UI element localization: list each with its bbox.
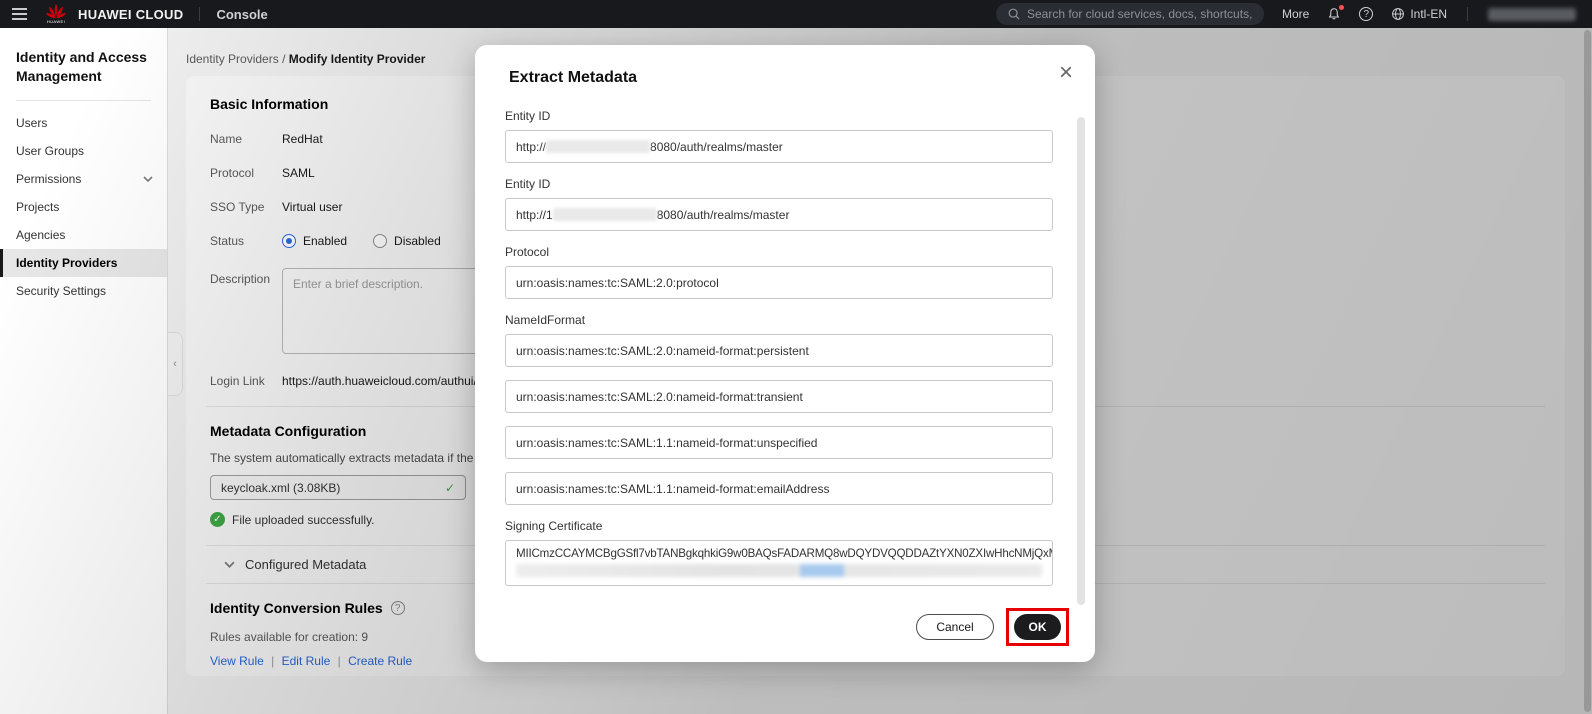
nameid-input-3[interactable] (505, 426, 1053, 459)
entity-id-input-1[interactable]: http:// 8080/auth/realms/master (505, 130, 1053, 163)
modal-scrollbar[interactable] (1077, 117, 1085, 605)
locale-label: Intl-EN (1410, 7, 1447, 21)
extract-metadata-modal: Extract Metadata × Entity ID http:// 808… (475, 45, 1095, 662)
redacted-host (553, 208, 657, 221)
ok-button[interactable]: OK (1014, 614, 1061, 640)
console-link[interactable]: Console (216, 7, 267, 22)
selection-highlight (800, 564, 844, 577)
search-input[interactable] (1027, 7, 1252, 21)
more-menu[interactable]: More (1282, 7, 1309, 21)
globe-icon (1391, 7, 1405, 21)
top-header: HUAWEI HUAWEI CLOUD Console More ? (0, 0, 1592, 28)
hamburger-menu-icon[interactable] (0, 8, 38, 20)
logo-caption: HUAWEI (47, 20, 65, 24)
account-name-redacted[interactable] (1488, 8, 1576, 21)
entity-id-label-2: Entity ID (505, 177, 1059, 191)
protocol-input[interactable] (505, 266, 1053, 299)
help-button[interactable]: ? (1359, 7, 1373, 21)
header-divider (1467, 7, 1468, 21)
brand-name: HUAWEI CLOUD (78, 7, 183, 22)
nameid-input-4[interactable] (505, 472, 1053, 505)
nameid-format-label: NameIdFormat (505, 313, 1059, 327)
cancel-button[interactable]: Cancel (916, 614, 994, 640)
nameid-input-1[interactable] (505, 334, 1053, 367)
help-icon: ? (1359, 7, 1373, 21)
locale-switcher[interactable]: Intl-EN (1391, 7, 1447, 21)
modal-title: Extract Metadata (475, 45, 1095, 87)
certificate-line-2-redacted (516, 564, 1042, 577)
entity-id-label-1: Entity ID (505, 109, 1059, 123)
protocol-label: Protocol (505, 245, 1059, 259)
search-icon (1008, 8, 1020, 20)
close-icon[interactable]: × (1059, 61, 1073, 85)
ok-annotation-box: OK (1006, 608, 1069, 646)
signing-certificate-label: Signing Certificate (505, 519, 1059, 533)
nameid-input-2[interactable] (505, 380, 1053, 413)
notifications-button[interactable] (1327, 7, 1341, 21)
notification-dot (1339, 5, 1344, 10)
redacted-host (546, 140, 650, 153)
header-divider (199, 7, 200, 21)
certificate-line-1: MIICmzCCAYMCBgGSfl7vbTANBgkqhkiG9w0BAQsF… (516, 547, 1042, 560)
huawei-logo[interactable]: HUAWEI HUAWEI CLOUD (46, 4, 183, 24)
signing-certificate-textarea[interactable]: MIICmzCCAYMCBgGSfl7vbTANBgkqhkiG9w0BAQsF… (505, 540, 1053, 586)
huawei-flower-icon: HUAWEI (46, 4, 66, 24)
entity-id-input-2[interactable]: http://1 8080/auth/realms/master (505, 198, 1053, 231)
global-search[interactable] (996, 3, 1264, 25)
